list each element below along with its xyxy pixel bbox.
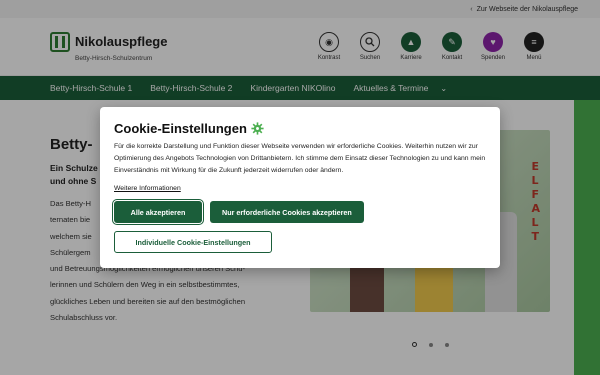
cookie-dialog: Cookie-Einstellungen Für die korrekte Da… [100,107,500,268]
gear-icon [251,122,264,135]
cookie-dialog-title: Cookie-Einstellungen [114,121,247,136]
accept-required-button[interactable]: Nur erforderliche Cookies akzeptieren [210,201,364,223]
more-info-link[interactable]: Weitere Informationen [114,183,181,195]
cookie-dialog-text: Für die korrekte Darstellung und Funktio… [114,143,486,174]
individual-settings-button[interactable]: Individuelle Cookie-Einstellungen [114,231,272,253]
accept-all-button[interactable]: Alle akzeptieren [112,199,204,225]
